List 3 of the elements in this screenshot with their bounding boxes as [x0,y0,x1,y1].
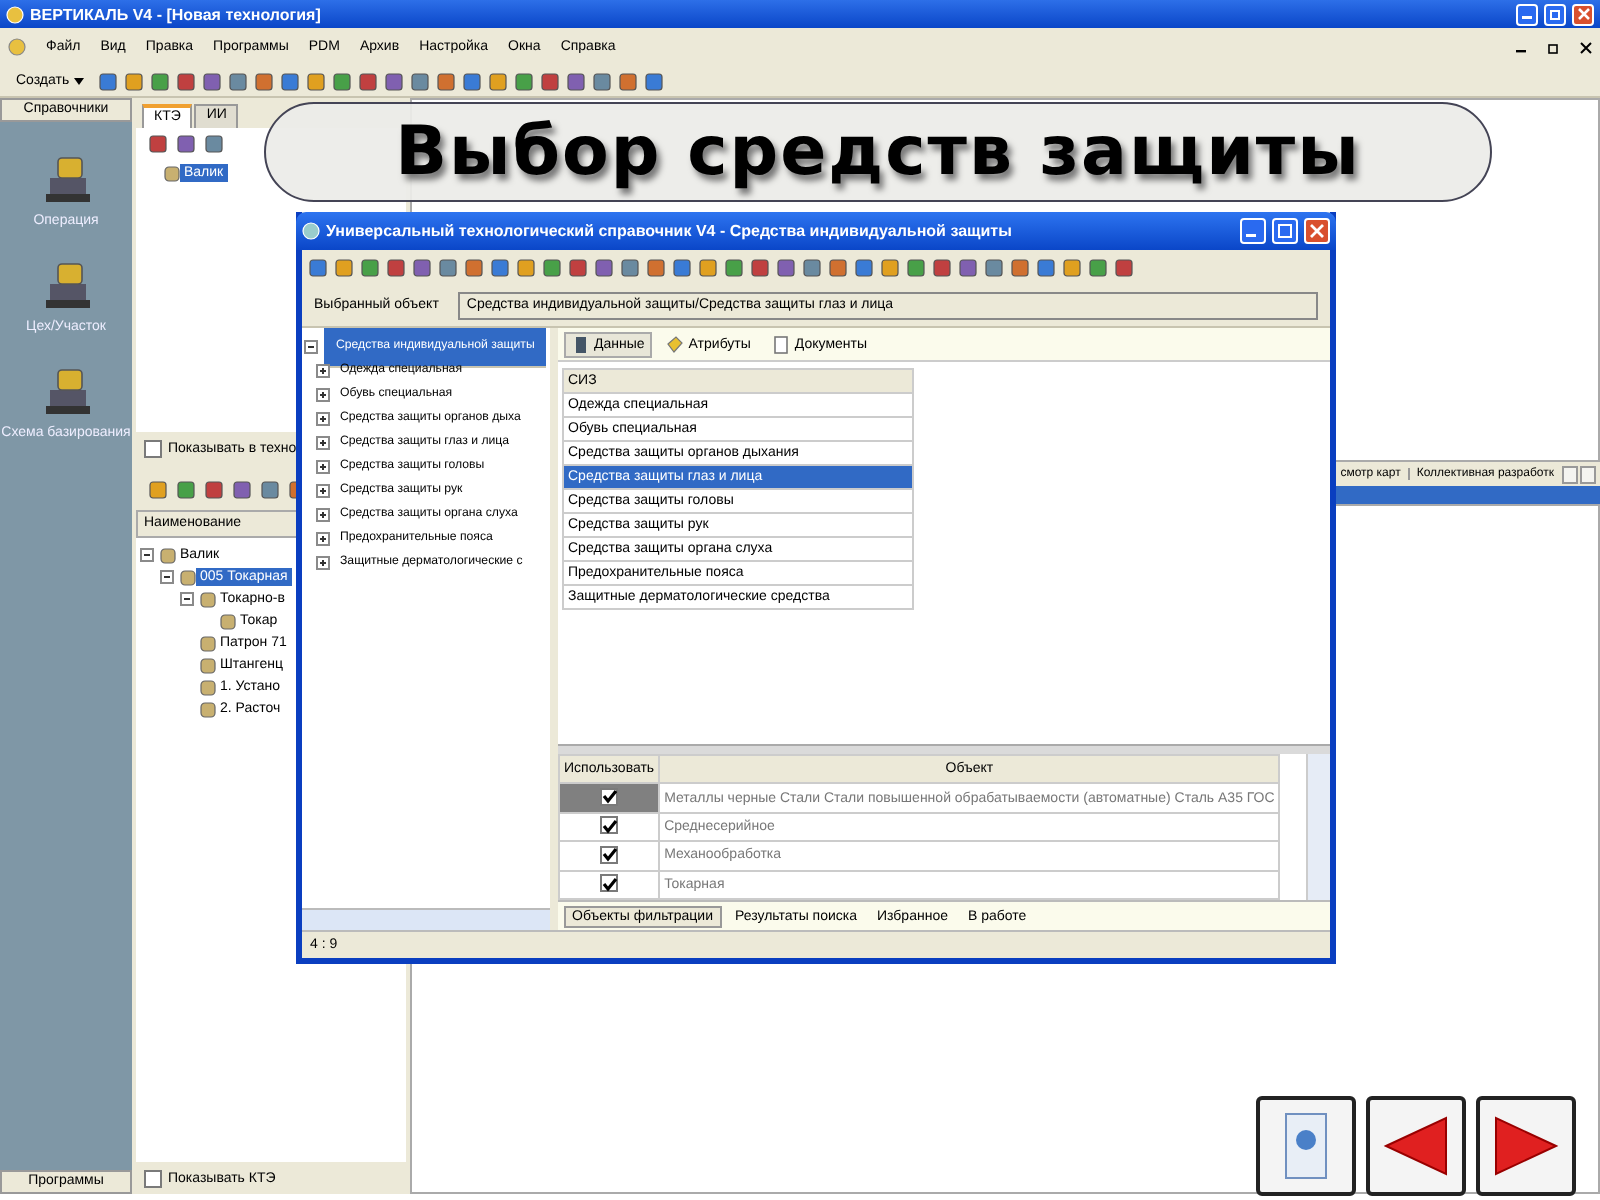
window-title: ВЕРТИКАЛЬ V4 - [Новая технология] [30,5,323,23]
window-title: Универсальный технологический справочник V4 - Средства индивидуальной защиты [326,222,1014,240]
slide-title: Выбор средств защиты [395,112,1361,192]
